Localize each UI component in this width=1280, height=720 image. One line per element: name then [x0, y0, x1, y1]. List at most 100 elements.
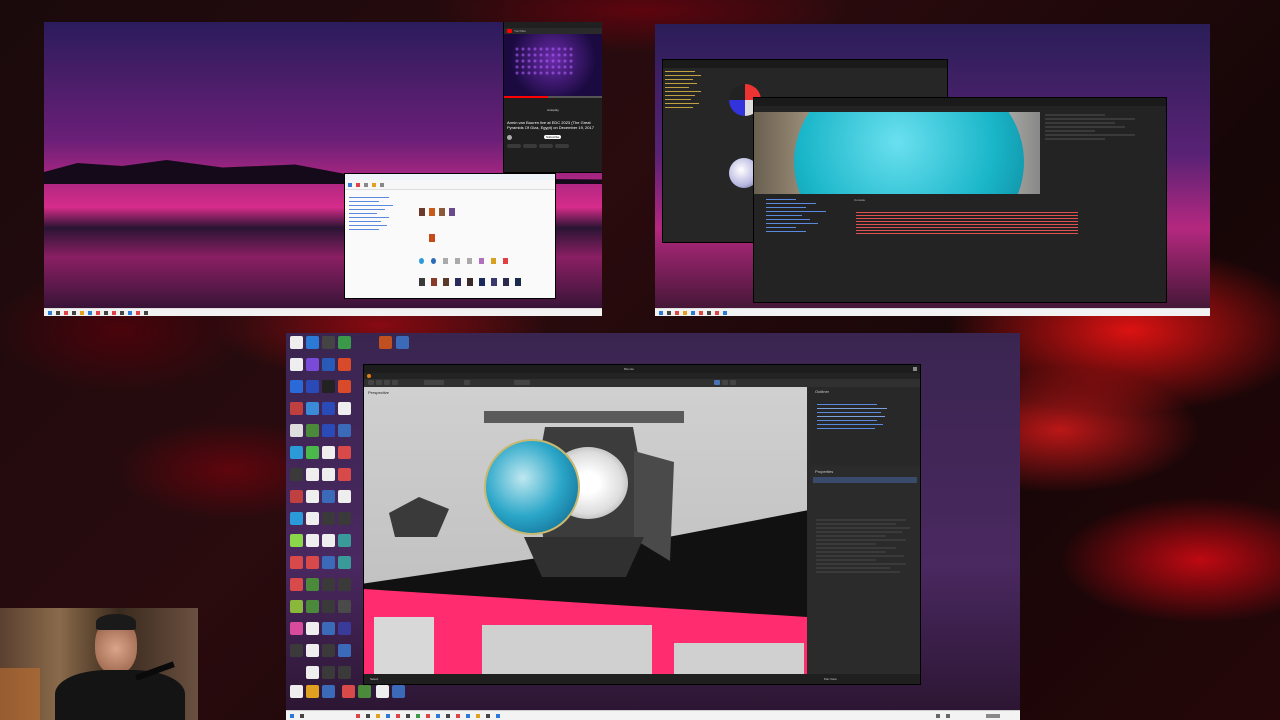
desktop-icon[interactable]: [322, 402, 335, 415]
desktop-icon[interactable]: [322, 358, 335, 371]
desktop-icon[interactable]: [290, 600, 303, 613]
copy-icon[interactable]: [364, 183, 368, 187]
taskbar-app-icon[interactable]: [436, 714, 440, 718]
desktop-icon[interactable]: [322, 490, 335, 503]
desktop-icon[interactable]: [306, 534, 319, 547]
properties-fields[interactable]: [813, 517, 913, 575]
mirror-ball[interactable]: [484, 439, 580, 535]
desktop-icon[interactable]: [306, 336, 319, 349]
desktop-icon[interactable]: [322, 644, 335, 657]
taskbar-app-icon[interactable]: [80, 311, 84, 315]
video-player[interactable]: [504, 34, 602, 96]
more-button[interactable]: [555, 144, 569, 148]
taskbar-app-icon[interactable]: [120, 311, 124, 315]
taskbar-app-icon[interactable]: [496, 714, 500, 718]
desktop-icon[interactable]: [338, 644, 351, 657]
start-icon[interactable]: [48, 311, 52, 315]
desktop-icon[interactable]: [338, 534, 351, 547]
viewport-3d[interactable]: Perspective: [364, 387, 807, 674]
like-button[interactable]: [507, 144, 521, 148]
desktop-icon[interactable]: [338, 468, 351, 481]
taskbar-app-icon[interactable]: [128, 311, 132, 315]
inspector-panel[interactable]: [1042, 112, 1166, 302]
desktop-icon[interactable]: [290, 534, 303, 547]
start-icon[interactable]: [659, 311, 663, 315]
download-button[interactable]: [539, 144, 553, 148]
active-object-row[interactable]: [813, 477, 917, 483]
desktop-icon[interactable]: [306, 685, 319, 698]
explorer-nav-pane[interactable]: [347, 194, 409, 294]
desktop-icon[interactable]: [290, 380, 303, 393]
taskbar-app-icon[interactable]: [715, 311, 719, 315]
viewport-header[interactable]: [364, 379, 920, 387]
outliner-list[interactable]: [815, 401, 915, 432]
desktop-icon[interactable]: [338, 512, 351, 525]
desktop-icon[interactable]: [290, 622, 303, 635]
taskbar-app-icon[interactable]: [376, 714, 380, 718]
taskbar-app-icon[interactable]: [396, 714, 400, 718]
taskbar-app-icon[interactable]: [446, 714, 450, 718]
taskbar-app-icon[interactable]: [416, 714, 420, 718]
desktop-icon[interactable]: [290, 358, 303, 371]
desktop-icon[interactable]: [306, 424, 319, 437]
desktop-icon[interactable]: [306, 512, 319, 525]
desktop-icon[interactable]: [322, 380, 335, 393]
desktop-icon[interactable]: [396, 336, 409, 349]
desktop-icon[interactable]: [290, 556, 303, 569]
snap-toggle[interactable]: [464, 380, 470, 385]
taskbar-app-icon[interactable]: [675, 311, 679, 315]
desktop-icon[interactable]: [338, 578, 351, 591]
desktop-icon[interactable]: [290, 578, 303, 591]
video-progress-bar[interactable]: [504, 96, 602, 98]
taskbar-app-icon[interactable]: [356, 714, 360, 718]
hierarchy-panel[interactable]: [764, 196, 850, 296]
outliner-panel[interactable]: Outliner: [809, 387, 920, 465]
shading-rendered-button[interactable]: [730, 380, 736, 385]
delete-icon[interactable]: [380, 183, 384, 187]
taskbar-app-icon[interactable]: [112, 311, 116, 315]
desktop-icon[interactable]: [322, 578, 335, 591]
taskbar-app-icon[interactable]: [72, 311, 76, 315]
desktop-icon[interactable]: [338, 336, 351, 349]
proportional-toggle[interactable]: [514, 380, 530, 385]
paste-icon[interactable]: [372, 183, 376, 187]
cut-icon[interactable]: [356, 183, 360, 187]
taskbar-app-icon[interactable]: [366, 714, 370, 718]
desktop-icon[interactable]: [379, 336, 392, 349]
desktop-icon[interactable]: [290, 468, 303, 481]
taskbar-app-icon[interactable]: [64, 311, 68, 315]
subscribe-button[interactable]: Subscribe: [544, 135, 562, 139]
blender-window[interactable]: Blender Perspective Outliner Properties …: [364, 365, 920, 684]
desktop-icon[interactable]: [322, 336, 335, 349]
desktop-icon[interactable]: [338, 666, 351, 679]
taskbar-app-icon[interactable]: [667, 311, 671, 315]
desktop-icon[interactable]: [322, 446, 335, 459]
desktop-icon[interactable]: [338, 490, 351, 503]
taskbar-app-icon[interactable]: [426, 714, 430, 718]
new-icon[interactable]: [348, 183, 352, 187]
taskbar-app-icon[interactable]: [136, 311, 140, 315]
desktop-icon[interactable]: [306, 578, 319, 591]
taskbar-app-icon[interactable]: [406, 714, 410, 718]
desktop-icon[interactable]: [306, 666, 319, 679]
tray-icon[interactable]: [946, 714, 950, 718]
taskbar-app-icon[interactable]: [723, 311, 727, 315]
desktop-icon[interactable]: [290, 424, 303, 437]
blender-logo-icon[interactable]: [367, 374, 371, 378]
select-button[interactable]: [376, 380, 382, 385]
desktop-icon[interactable]: [306, 380, 319, 393]
taskbar-app-icon[interactable]: [466, 714, 470, 718]
view-button[interactable]: [368, 380, 374, 385]
desktop-icon[interactable]: [376, 685, 389, 698]
add-button[interactable]: [384, 380, 390, 385]
explorer-file-grid[interactable]: [415, 204, 551, 294]
desktop-icon[interactable]: [306, 490, 319, 503]
desktop-icon[interactable]: [322, 600, 335, 613]
scene-view[interactable]: [754, 112, 1040, 194]
desktop-icon[interactable]: [322, 666, 335, 679]
desktop-icon[interactable]: [306, 622, 319, 635]
desktop-icon[interactable]: [358, 685, 371, 698]
desktop-icon[interactable]: [338, 556, 351, 569]
tray-icon[interactable]: [936, 714, 940, 718]
desktop-icon[interactable]: [306, 446, 319, 459]
